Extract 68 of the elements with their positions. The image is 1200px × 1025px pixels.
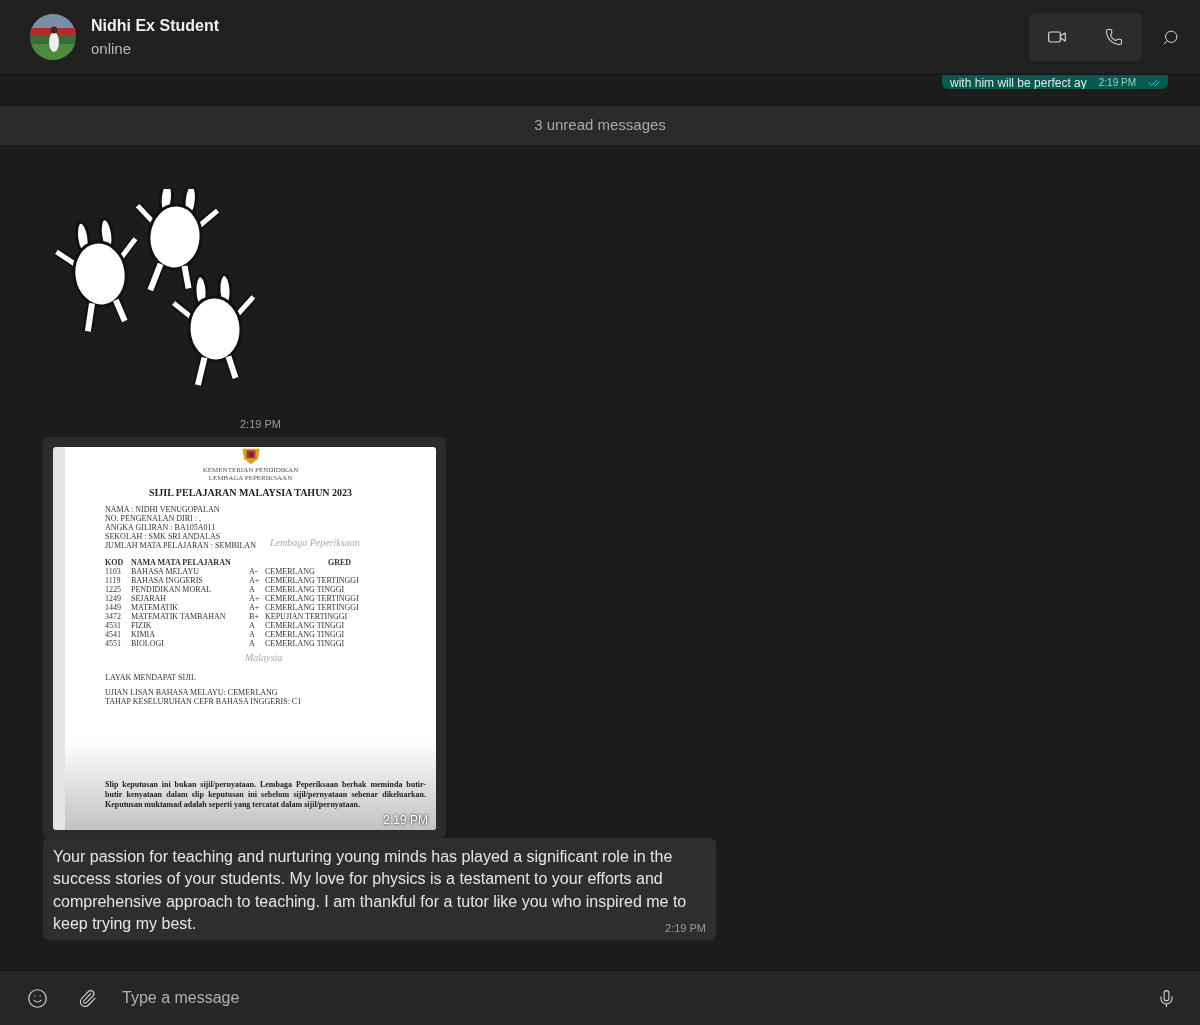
- table-cell-text: BAHASA INGGERIS: [131, 575, 204, 585]
- table-cell-text: 1225: [105, 584, 122, 594]
- message-input[interactable]: Type a message: [122, 986, 1157, 1010]
- table-cell-text: 4531: [105, 620, 122, 630]
- column-header: NAMA MATA PELAJARAN: [131, 557, 232, 567]
- table-cell-text: CEMERLANG TERTINGGI: [265, 602, 360, 612]
- table-cell-text: SEJARAH: [131, 593, 168, 603]
- column-header: KOD: [105, 557, 125, 567]
- table-cell-text: B+: [249, 611, 260, 621]
- table-cell-text: CEMERLANG TINGGI: [265, 629, 346, 639]
- note-line: UJIAN LISAN BAHASA MELAYU: CEMERLANG: [105, 687, 279, 697]
- table-cell-text: KEPUJIAN TERTINGGI: [265, 611, 349, 621]
- phone-icon: [1104, 28, 1123, 46]
- microphone-icon: [1157, 988, 1176, 1008]
- table-cell-text: CEMERLANG TINGGI: [265, 620, 346, 630]
- table-cell-text: CEMERLANG TERTINGGI: [265, 575, 360, 585]
- document-field: ANGKA GILIRAN : BA105A011: [105, 522, 256, 532]
- table-cell-text: A: [249, 629, 256, 639]
- table-cell-text: A-: [249, 566, 259, 576]
- table-cell-text: FIZIK: [131, 620, 153, 630]
- attach-button[interactable]: [78, 988, 97, 1008]
- table-cell-text: BIOLOGI: [131, 638, 165, 648]
- table-cell-text: A+: [249, 593, 261, 603]
- table-cell-text: 1249: [105, 593, 122, 603]
- table-cell-text: A: [249, 584, 256, 594]
- table-cell-text: A+: [249, 602, 261, 612]
- table-cell-text: BAHASA MELAYU: [131, 566, 200, 576]
- paperclip-icon: [78, 988, 97, 1008]
- message-time: 2:19 PM: [665, 920, 706, 936]
- search-icon: [1161, 28, 1179, 46]
- table-cell-text: CEMERLANG TINGGI: [265, 638, 346, 648]
- outgoing-message: with him will be perfect ay 2:19 PM: [942, 75, 1168, 89]
- unread-banner: 3 unread messages: [0, 106, 1200, 145]
- table-cell-text: A: [249, 638, 256, 648]
- table-cell-text: 1449: [105, 602, 122, 612]
- smiley-icon: [27, 987, 48, 1009]
- table-cell-text: 3472: [105, 611, 122, 621]
- table-cell-text: MATEMATIK: [131, 602, 180, 612]
- message-time: 2:19 PM: [383, 812, 428, 827]
- table-cell-text: PENDIDIKAN MORAL: [131, 584, 213, 594]
- table-cell-text: MATEMATIK TAMBAHAN: [131, 611, 227, 621]
- contact-status: online: [91, 38, 133, 59]
- document-title: SIJIL PELAJARAN MALAYSIA TAHUN 2023: [148, 486, 353, 499]
- table-cell-text: 1119: [105, 575, 122, 585]
- column-header: GRED: [326, 557, 353, 567]
- table-cell-text: A: [249, 620, 256, 630]
- table-cell-text: KIMIA: [131, 629, 156, 639]
- result-line: LAYAK MENDAPAT SIJIL: [105, 672, 197, 682]
- contact-name: Nidhi Ex Student: [91, 15, 219, 36]
- emoji-button[interactable]: [27, 987, 48, 1009]
- table-cell-text: CEMERLANG TINGGI: [265, 584, 346, 594]
- table-cell-text: CEMERLANG: [265, 566, 316, 576]
- incoming-message: Your passion for teaching and nurturing young minds has played a significant role in the success stories of your students. My love for physics is a testament to your efforts and comprehensive approach to teaching. I am thankful for a tutor like you who inspired me to keep trying my best. 2:19 PM: [43, 837, 716, 940]
- table-cell-text: 4551: [105, 638, 122, 648]
- table-cell-text: A+: [249, 575, 261, 585]
- document-field: SEKOLAH : SMK SRI ANDALAS: [105, 531, 256, 541]
- seal-text: Malaysia: [245, 650, 283, 665]
- document-field: JUMLAH MATA PELAJARAN : SEMBILAN: [105, 540, 256, 550]
- table-cell-text: 1103: [105, 566, 122, 576]
- message-time: 2:19 PM: [240, 417, 282, 432]
- seal-text: Lembaga Peperiksaan: [269, 535, 360, 550]
- table-cell-text: CEMERLANG TERTINGGI: [265, 593, 360, 603]
- document-field: NO. PENGENALAN DIRI : ,: [105, 513, 256, 523]
- table-cell-text: 4541: [105, 629, 122, 639]
- disclaimer-text: Slip keputusan ini bukan sijil/pernyataan. Lembaga Peperiksaan berhak meminda butir-butir kenyataan dalam slip keputusan ini sebelum sijil/pernyataan sebenar dikeluarkan. Keputusan muktamad adalah seperti yang tercatat dalam sijil/pernyataan.: [105, 779, 426, 810]
- note-line: TAHAP KESELURUHAN CEFR BAHASA INGGERIS: C1: [105, 696, 303, 706]
- microphone-button[interactable]: [1157, 988, 1176, 1008]
- document-field: NAMA : NIDHI VENUGOPALAN: [105, 504, 256, 514]
